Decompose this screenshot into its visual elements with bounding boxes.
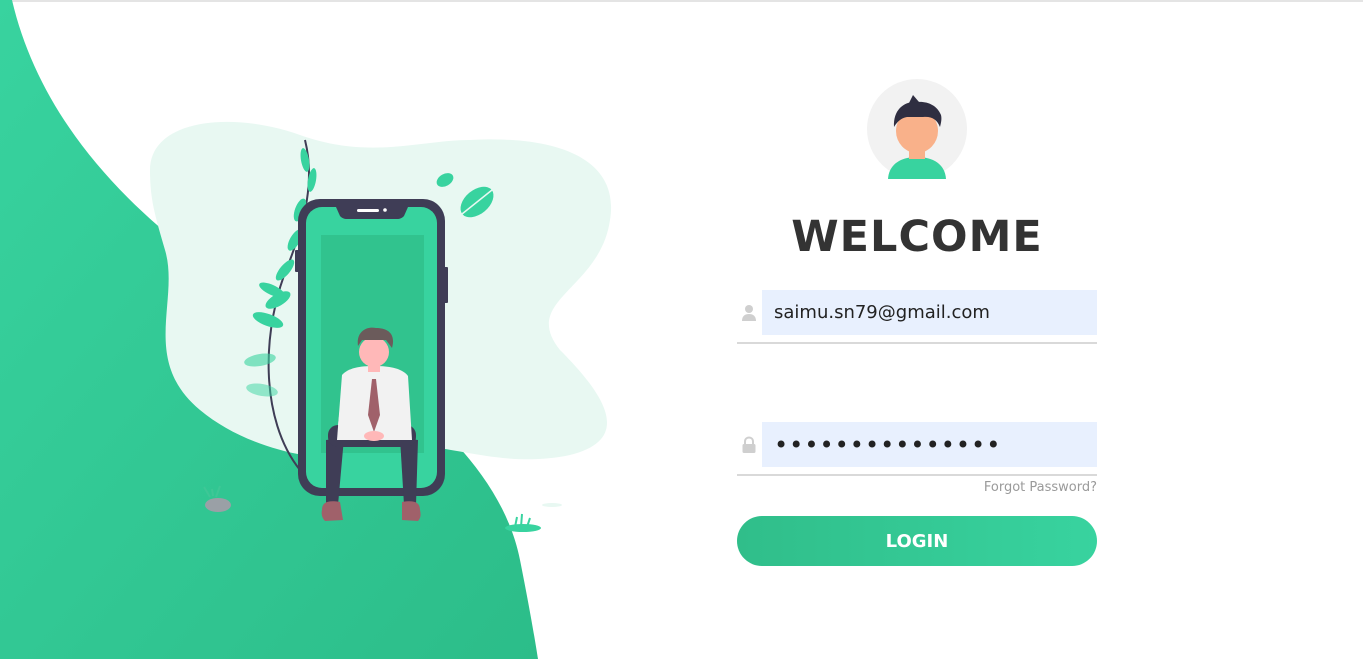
- avatar-icon: [867, 79, 967, 179]
- sprout: [203, 485, 221, 498]
- login-button[interactable]: LOGIN: [737, 516, 1097, 566]
- forgot-password-link[interactable]: Forgot Password?: [984, 480, 1097, 495]
- password-input[interactable]: [762, 422, 1097, 467]
- ground-tuft: [505, 524, 541, 532]
- password-field: [737, 422, 1097, 476]
- phone-side-button: [444, 267, 448, 303]
- phone-speaker: [357, 209, 379, 212]
- phone-notch: [336, 207, 408, 219]
- ground-shadow: [542, 503, 562, 507]
- phone-camera: [383, 208, 387, 212]
- phone-illustration: [150, 121, 612, 532]
- phone-volume-button: [295, 250, 299, 272]
- user-icon: [742, 305, 756, 321]
- rock: [205, 498, 231, 512]
- welcome-title: WELCOME: [791, 212, 1043, 262]
- email-field: [737, 290, 1097, 344]
- email-input[interactable]: [762, 290, 1097, 335]
- lock-icon: [742, 436, 756, 453]
